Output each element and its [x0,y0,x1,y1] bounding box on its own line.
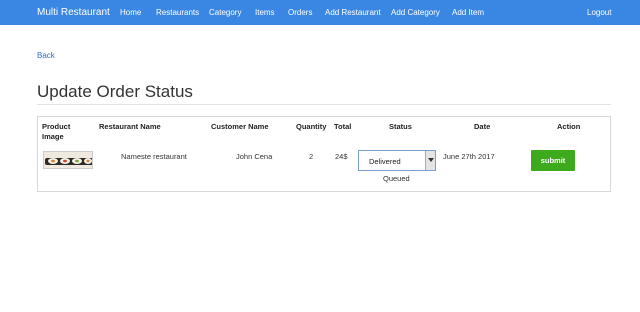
header-product-image: Product Image [42,122,70,142]
nav-restaurants[interactable]: Restaurants [156,8,199,17]
sushi-image-icon [44,152,92,168]
title-divider [37,104,611,105]
cell-restaurant-name: Nameste restaurant [121,152,187,161]
back-link[interactable]: Back [37,51,55,60]
status-option-queued[interactable]: Queued [383,174,410,183]
header-date: Date [474,122,491,131]
cell-total: 24$ [335,152,348,161]
cell-quantity: 2 [309,152,314,161]
nav-orders[interactable]: Orders [288,8,312,17]
dropdown-button[interactable] [425,151,435,170]
order-table: Product Image Restaurant Name Customer N… [37,116,611,192]
submit-button[interactable]: submit [531,150,575,171]
brand-link[interactable]: Multi Restaurant [37,7,110,18]
nav-items[interactable]: Items [255,8,275,17]
header-customer-name: Customer Name [211,122,269,131]
cell-date: June 27th 2017 [443,152,495,161]
status-selected-value: Delivered [369,157,401,166]
header-restaurant-name: Restaurant Name [99,122,161,131]
status-select[interactable]: Delivered [358,150,436,171]
header-status: Status [389,122,412,131]
header-action: Action [557,122,581,131]
nav-add-restaurant[interactable]: Add Restaurant [325,8,381,17]
top-navbar: Multi Restaurant Home Restaurants Catego… [0,0,640,25]
page-title: Update Order Status [37,82,193,101]
nav-home[interactable]: Home [120,8,141,17]
nav-category[interactable]: Category [209,8,241,17]
product-image [43,151,93,169]
nav-add-item[interactable]: Add Item [452,8,484,17]
header-quantity: Quantity [296,122,327,131]
nav-logout[interactable]: Logout [587,8,611,17]
nav-add-category[interactable]: Add Category [391,8,440,17]
header-total: Total [334,122,352,131]
cell-customer-name: John Cena [236,152,273,161]
header-product-image-line1: Product [42,122,71,131]
chevron-down-icon [428,158,434,162]
header-product-image-line2: Image [42,132,64,141]
